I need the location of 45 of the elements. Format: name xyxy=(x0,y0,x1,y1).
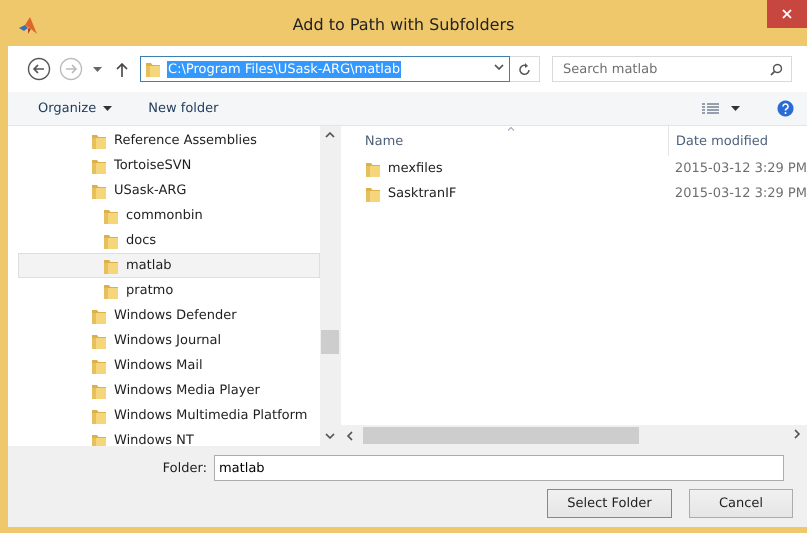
caret-icon[interactable] xyxy=(93,66,102,72)
tree-item[interactable]: Windows Mail xyxy=(8,353,320,378)
scroll-thumb[interactable] xyxy=(362,427,639,444)
help-icon[interactable] xyxy=(777,100,794,117)
view-options-icon[interactable] xyxy=(702,102,719,114)
vertical-scrollbar[interactable] xyxy=(320,126,341,446)
folder-label: Folder: xyxy=(162,460,208,476)
tree-item[interactable]: pratmo xyxy=(8,278,320,303)
folder-name-field[interactable]: matlab xyxy=(214,455,784,481)
window-title: Add to Path with Subfolders xyxy=(292,14,514,34)
folder-icon xyxy=(145,60,161,78)
search-field[interactable]: Search matlab xyxy=(552,56,792,82)
file-item[interactable]: SasktranIF xyxy=(340,184,668,202)
date-cell-text: 2015-03-12 3:29 PM xyxy=(674,186,807,201)
tree-item[interactable]: docs xyxy=(8,228,320,253)
organize-menu[interactable]: Organize xyxy=(38,98,112,119)
up-arrow-icon[interactable] xyxy=(116,62,128,76)
scroll-thumb[interactable] xyxy=(321,330,340,354)
tree-item[interactable]: commonbin xyxy=(8,203,320,228)
refresh-icon xyxy=(518,62,530,76)
search-icon xyxy=(770,63,783,76)
horizontal-scrollbar[interactable] xyxy=(340,425,807,446)
tree-item[interactable]: Windows Media Player xyxy=(8,378,320,403)
refresh-button[interactable] xyxy=(510,56,540,82)
cancel-button[interactable]: Cancel xyxy=(689,489,793,518)
select-folder-button[interactable]: Select Folder xyxy=(547,489,672,518)
caret-icon xyxy=(103,106,112,111)
date-cell-text: 2015-03-12 3:29 PM xyxy=(674,161,807,176)
tree-item[interactable]: matlab xyxy=(18,253,320,278)
close-icon xyxy=(782,9,792,19)
tree-item[interactable]: USask-ARG xyxy=(8,178,320,203)
file-item[interactable]: mexfiles xyxy=(340,160,668,178)
tree-item[interactable]: Windows Defender xyxy=(8,303,320,328)
tree-item[interactable]: Reference Assemblies xyxy=(8,128,320,153)
caret-icon xyxy=(731,106,740,111)
column-header[interactable]: Name xyxy=(340,134,668,148)
new-folder-button[interactable]: New folder xyxy=(148,98,218,119)
logo-icon xyxy=(18,17,38,35)
tree-item[interactable]: Windows Journal xyxy=(8,328,320,353)
tree-item[interactable]: Windows NT xyxy=(8,428,320,446)
close-button[interactable] xyxy=(767,0,807,28)
tree-item[interactable]: Windows Multimedia Platform xyxy=(8,403,320,428)
tree-item[interactable]: TortoiseSVN xyxy=(8,153,320,178)
back-icon[interactable] xyxy=(27,57,51,81)
column-header[interactable]: Date modified xyxy=(668,126,768,156)
